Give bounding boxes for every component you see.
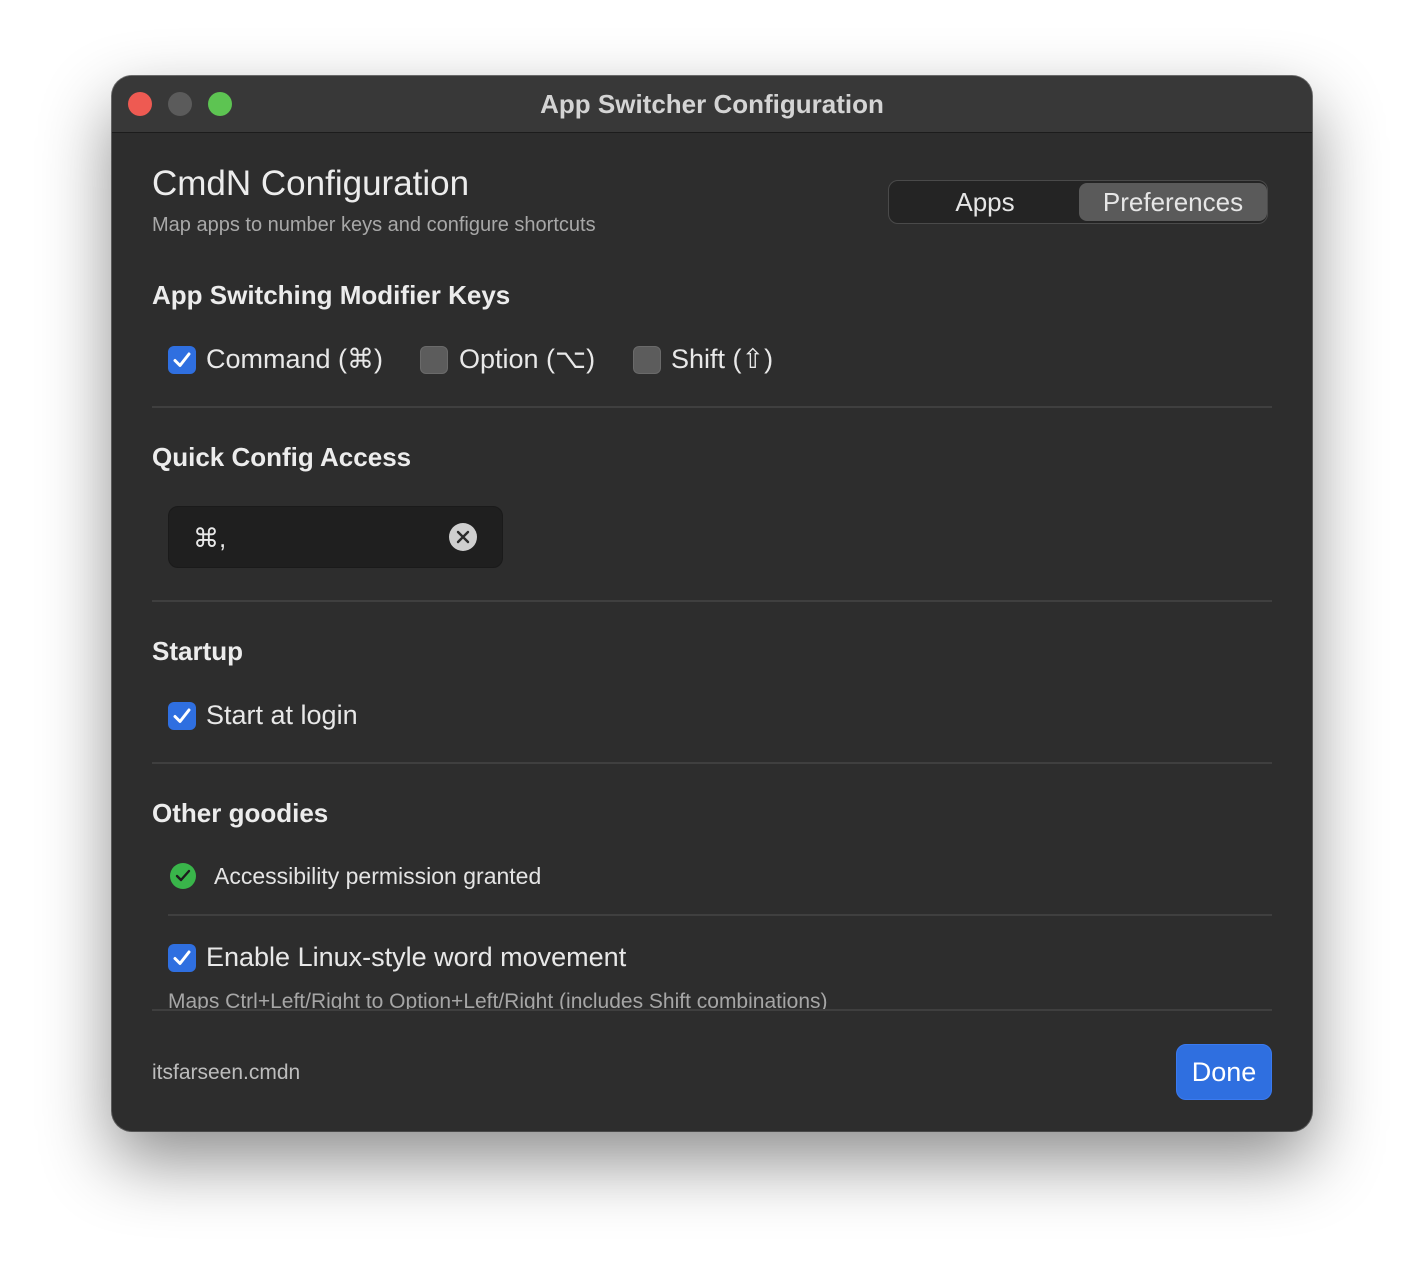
start-at-login-checkbox[interactable] xyxy=(168,702,196,730)
checkmark-icon xyxy=(173,352,191,367)
word-movement-checkbox[interactable] xyxy=(168,944,196,972)
quick-config-heading: Quick Config Access xyxy=(152,442,412,472)
start-at-login-label: Start at login xyxy=(206,700,358,730)
command-label: Command (⌘) xyxy=(206,344,384,374)
shift-label: Shift (⇧) xyxy=(671,344,774,374)
clear-shortcut-button[interactable] xyxy=(449,523,477,551)
check-circle-icon xyxy=(170,863,196,889)
close-icon xyxy=(456,530,470,544)
option-checkbox[interactable] xyxy=(420,346,448,374)
other-goodies-heading: Other goodies xyxy=(152,798,329,828)
row-divider xyxy=(168,914,1272,916)
view-segmented-control: Apps Preferences xyxy=(888,180,1268,224)
startup-heading: Startup xyxy=(152,636,243,666)
window-title: App Switcher Configuration xyxy=(540,89,884,119)
word-movement-label: Enable Linux-style word movement xyxy=(206,942,627,972)
shortcut-value: ⌘, xyxy=(193,523,227,553)
section-divider xyxy=(152,406,1272,408)
checkmark-icon xyxy=(173,950,191,965)
tab-preferences[interactable]: Preferences xyxy=(1079,183,1267,221)
scroll-area-bottom-divider xyxy=(152,1009,1272,1011)
modifier-keys-heading: App Switching Modifier Keys xyxy=(152,280,511,310)
checkmark-icon xyxy=(173,708,191,723)
word-movement-hint: Maps Ctrl+Left/Right to Option+Left/Righ… xyxy=(168,990,828,1010)
shift-checkbox[interactable] xyxy=(633,346,661,374)
section-divider xyxy=(152,600,1272,602)
accessibility-status-text: Accessibility permission granted xyxy=(214,863,542,889)
title-bar[interactable]: App Switcher Configuration xyxy=(112,76,1312,133)
settings-window: App Switcher Configuration CmdN Configur… xyxy=(112,76,1312,1131)
tab-apps[interactable]: Apps xyxy=(891,183,1079,221)
option-label: Option (⌥) xyxy=(459,344,596,374)
shortcut-recorder-field[interactable]: ⌘, xyxy=(168,506,503,568)
page-subtitle: Map apps to number keys and configure sh… xyxy=(152,214,596,236)
done-button[interactable]: Done xyxy=(1176,1044,1272,1100)
section-divider xyxy=(152,762,1272,764)
command-checkbox[interactable] xyxy=(168,346,196,374)
page-title: CmdN Configuration xyxy=(152,164,470,203)
bundle-identifier: itsfarseen.cmdn xyxy=(152,1061,301,1084)
